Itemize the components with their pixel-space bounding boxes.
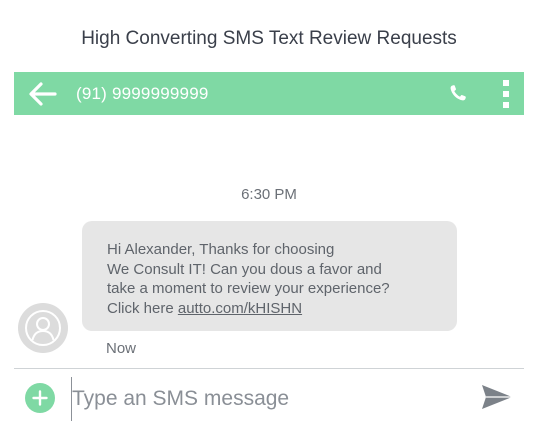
call-button[interactable]	[448, 83, 468, 103]
plus-icon	[32, 390, 48, 406]
user-avatar-icon	[25, 310, 61, 346]
add-attachment-button[interactable]	[25, 383, 55, 413]
contact-number: (91) 9999999999	[76, 84, 209, 103]
page-title: High Converting SMS Text Review Requests	[81, 28, 457, 49]
back-button[interactable]	[28, 81, 58, 107]
message-link-line: Click here autto.com/kHISHN	[107, 299, 447, 319]
message-line: take a moment to review your experience?	[107, 280, 390, 297]
message-link-prefix: Click here	[107, 299, 178, 317]
send-icon	[482, 385, 512, 409]
sender-avatar	[18, 303, 68, 353]
message-timestamp: 6:30 PM	[241, 186, 297, 203]
message-text: Hi Alexander, Thanks for choosing We Con…	[107, 240, 447, 318]
phone-icon	[450, 85, 466, 101]
overflow-menu-button[interactable]	[500, 79, 512, 109]
message-sent-time: Now	[106, 340, 137, 357]
review-link[interactable]: autto.com/kHISHN	[178, 300, 302, 317]
composer-divider	[14, 368, 524, 369]
message-bubble: Hi Alexander, Thanks for choosing We Con…	[82, 221, 457, 331]
more-vertical-icon	[503, 80, 509, 108]
send-button[interactable]	[480, 383, 513, 411]
message-line: We Consult IT! Can you dous a favor and	[107, 260, 382, 278]
arrow-left-icon	[29, 82, 57, 106]
chat-header: (91) 9999999999	[14, 72, 524, 115]
message-line: Hi Alexander, Thanks for choosing	[107, 241, 335, 258]
sms-message-input[interactable]	[72, 382, 464, 416]
